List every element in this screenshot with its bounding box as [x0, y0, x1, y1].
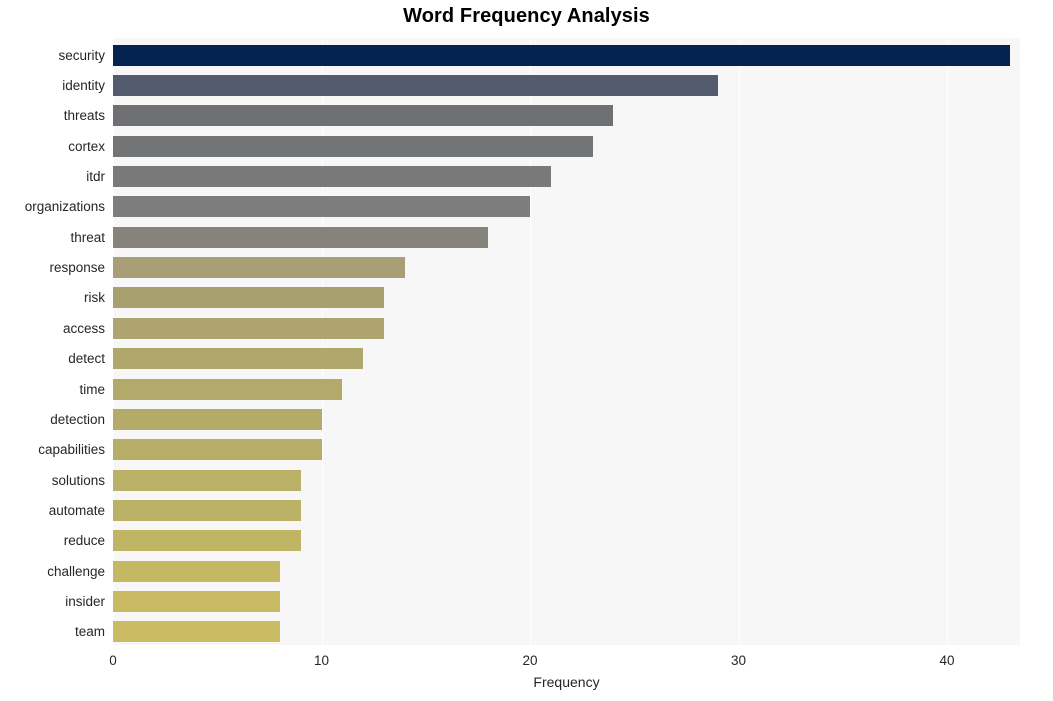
bar-threats[interactable] — [113, 105, 614, 127]
y-tick-label-organizations: organizations — [24, 199, 105, 215]
bar-detect[interactable] — [113, 348, 364, 370]
y-tick-label-risk: risk — [84, 290, 105, 306]
bar-row — [113, 317, 1020, 339]
bar-row — [113, 44, 1020, 66]
bar-row — [113, 226, 1020, 248]
bar-capabilities[interactable] — [113, 439, 322, 461]
y-tick-label-security: security — [58, 47, 105, 63]
bar-security[interactable] — [113, 44, 1010, 66]
x-axis-label: Frequency — [533, 674, 600, 690]
y-tick-label-threats: threats — [63, 108, 105, 124]
bar-insider[interactable] — [113, 590, 280, 612]
bar-row — [113, 621, 1020, 643]
bar-organizations[interactable] — [113, 196, 530, 218]
bar-access[interactable] — [113, 317, 385, 339]
y-tick-label-access: access — [62, 320, 105, 336]
bar-response[interactable] — [113, 257, 405, 279]
bar-row — [113, 105, 1020, 127]
bar-row — [113, 166, 1020, 188]
bar-row — [113, 196, 1020, 218]
y-tick-label-insider: insider — [65, 593, 105, 609]
y-tick-label-detection: detection — [50, 411, 105, 427]
y-tick-label-solutions: solutions — [51, 472, 105, 488]
chart-figure: Word Frequency Analysis security identity… — [0, 0, 1053, 701]
y-tick-label-time: time — [79, 381, 105, 397]
bar-threat[interactable] — [113, 226, 489, 248]
bar-row — [113, 439, 1020, 461]
bar-row — [113, 348, 1020, 370]
y-tick-label-challenge: challenge — [47, 563, 105, 579]
x-tick-label-20: 20 — [522, 653, 538, 668]
y-tick-label-automate: automate — [48, 502, 105, 518]
bar-automate[interactable] — [113, 499, 301, 521]
bar-row — [113, 530, 1020, 552]
bar-identity[interactable] — [113, 75, 718, 97]
y-tick-label-threat: threat — [70, 229, 105, 245]
y-tick-label-itdr: itdr — [86, 169, 105, 185]
y-tick-label-reduce: reduce — [63, 533, 105, 549]
plot-area — [113, 38, 1020, 645]
bar-detection[interactable] — [113, 408, 322, 430]
bar-row — [113, 408, 1020, 430]
y-tick-label-response: response — [49, 260, 105, 276]
x-tick-label-40: 40 — [939, 653, 955, 668]
y-tick-label-team: team — [74, 624, 105, 640]
y-tick-label-identity: identity — [62, 78, 105, 94]
bar-itdr[interactable] — [113, 166, 551, 188]
bar-row — [113, 287, 1020, 309]
bar-time[interactable] — [113, 378, 343, 400]
bar-row — [113, 560, 1020, 582]
bar-row — [113, 75, 1020, 97]
bar-reduce[interactable] — [113, 530, 301, 552]
x-tick-label-0: 0 — [109, 653, 117, 668]
bar-row — [113, 499, 1020, 521]
bar-row — [113, 135, 1020, 157]
y-tick-label-cortex: cortex — [68, 138, 105, 154]
bar-solutions[interactable] — [113, 469, 301, 491]
chart-title: Word Frequency Analysis — [403, 5, 650, 27]
bars-container — [113, 38, 1020, 645]
bar-row — [113, 257, 1020, 279]
bar-team[interactable] — [113, 621, 280, 643]
bar-row — [113, 469, 1020, 491]
x-axis-tick-labels: 0 10 20 30 40 — [109, 645, 1020, 675]
y-tick-label-capabilities: capabilities — [38, 442, 105, 458]
bar-row — [113, 590, 1020, 612]
bar-risk[interactable] — [113, 287, 385, 309]
bar-row — [113, 378, 1020, 400]
x-tick-label-30: 30 — [731, 653, 747, 668]
bar-challenge[interactable] — [113, 560, 280, 582]
y-axis-tick-labels: security identity threats cortex itdr organiz… — [0, 38, 105, 645]
bar-cortex[interactable] — [113, 135, 593, 157]
x-tick-label-10: 10 — [313, 653, 330, 668]
y-tick-label-detect: detect — [68, 351, 105, 367]
